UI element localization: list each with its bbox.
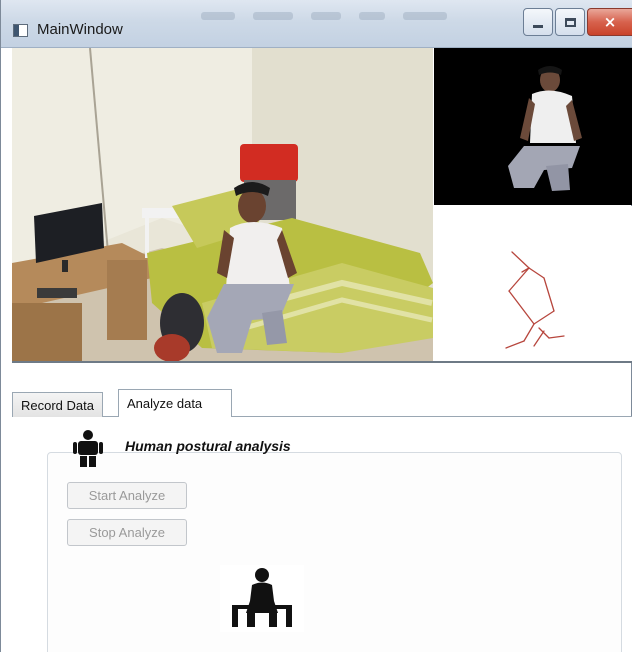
minimize-button[interactable] [523, 8, 553, 36]
background-menu-ghost [201, 5, 501, 20]
analyze-tab-content: Human postural analysis Start Analyze St… [12, 417, 632, 652]
person-icon [73, 430, 103, 467]
tab-record-data[interactable]: Record Data [12, 392, 103, 417]
window-title: MainWindow [37, 21, 123, 38]
view-divider [12, 361, 632, 363]
title-bar[interactable]: MainWindow × [1, 0, 632, 48]
sitting-person-icon [220, 565, 304, 632]
section-title: Human postural analysis [125, 438, 291, 454]
rgb-scene-image [12, 48, 433, 361]
main-window: MainWindow × Record Data Analyze data Hu… [0, 0, 632, 652]
app-icon [13, 24, 28, 37]
start-analyze-button[interactable]: Start Analyze [67, 482, 187, 509]
close-icon: × [603, 13, 617, 31]
minimize-icon [533, 24, 543, 28]
rgb-camera-view [12, 48, 433, 361]
tab-analyze-data[interactable]: Analyze data [118, 389, 232, 418]
depth-person-image [508, 66, 582, 191]
stop-analyze-button[interactable]: Stop Analyze [67, 519, 187, 546]
maximize-icon [564, 17, 576, 27]
maximize-button[interactable] [555, 8, 585, 36]
close-button[interactable]: × [587, 8, 632, 36]
skeleton-view [434, 206, 632, 361]
depth-camera-view [434, 48, 632, 205]
tab-strip: Record Data Analyze data [12, 389, 632, 418]
skeleton-drawing [505, 251, 565, 349]
